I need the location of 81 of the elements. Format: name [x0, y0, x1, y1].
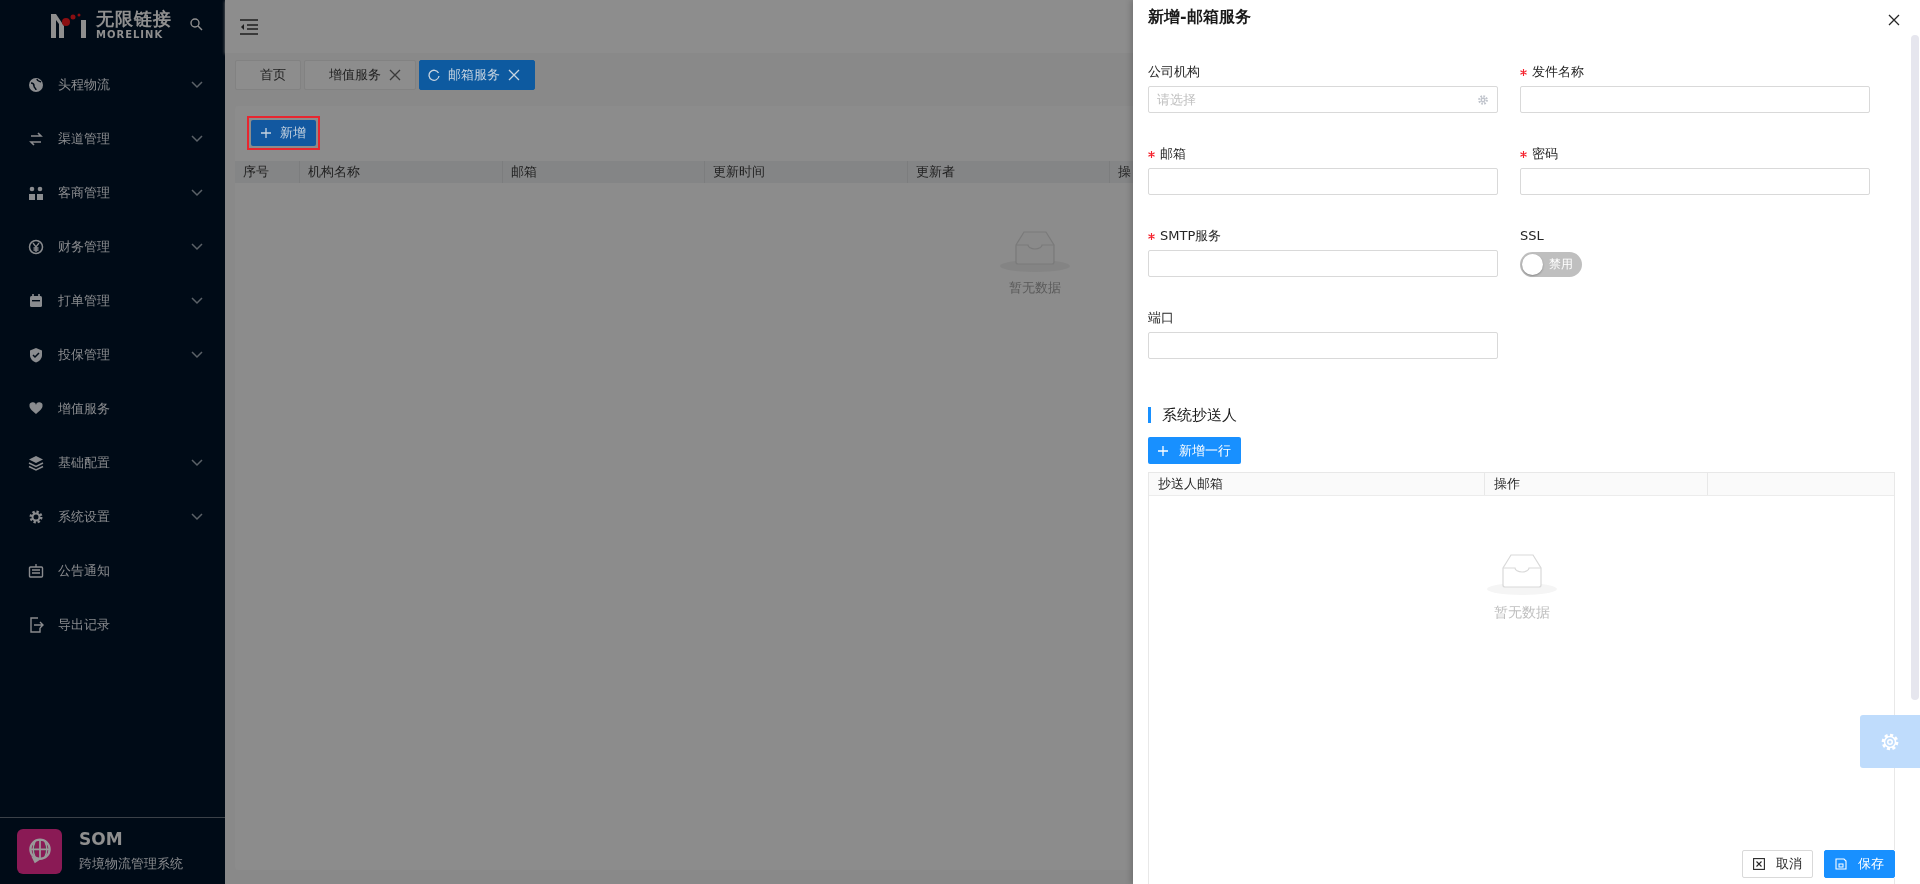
sidebar-item[interactable]: 渠道管理 — [0, 112, 225, 166]
drawer-title: 新增-邮箱服务 — [1148, 6, 1251, 28]
sidebar-item[interactable]: 财务管理 — [0, 220, 225, 274]
required-icon — [1520, 151, 1527, 158]
input-field[interactable] — [1148, 250, 1498, 277]
logo-name: 无限链接 — [96, 10, 172, 28]
settings-button[interactable] — [1860, 715, 1920, 768]
add-button[interactable]: 新增 — [251, 120, 316, 146]
chevron-icon — [191, 135, 203, 143]
save-button[interactable]: 保存 — [1824, 850, 1895, 878]
app-subtitle: 跨境物流管理系统 — [79, 855, 183, 873]
export-icon — [28, 617, 44, 633]
input-field[interactable] — [1148, 332, 1498, 359]
gear-icon — [1477, 93, 1489, 106]
required-icon — [1148, 233, 1155, 240]
shield-icon — [28, 347, 44, 363]
people-icon — [28, 185, 44, 201]
calendar-icon — [28, 293, 44, 309]
sidebar-item[interactable]: 头程物流 — [0, 58, 225, 112]
logo-subtitle: MORELINK — [96, 30, 165, 40]
settings-icon — [1880, 731, 1900, 752]
globe-icon — [28, 77, 44, 93]
cancel-button[interactable]: 取消 — [1742, 850, 1813, 878]
required-icon — [1520, 69, 1527, 76]
save-icon — [1835, 858, 1847, 870]
heart-icon — [28, 401, 44, 417]
sidebar-item[interactable]: 导出记录 — [0, 598, 225, 652]
field-label: SSL — [1520, 228, 1545, 244]
collapse-menu-icon[interactable] — [239, 18, 259, 35]
input-field[interactable] — [1520, 86, 1870, 113]
field-label: 端口 — [1148, 310, 1175, 326]
tab[interactable]: 首页 — [235, 60, 301, 90]
column-header: 更新者 — [908, 161, 1110, 183]
column-header: 操作 — [1485, 473, 1708, 495]
app-title: SOM — [79, 829, 124, 849]
column-header: 机构名称 — [300, 161, 503, 183]
close-box-icon — [1753, 858, 1765, 870]
close-icon[interactable] — [1888, 14, 1900, 26]
arrows-icon — [28, 131, 44, 147]
search-icon[interactable] — [190, 18, 203, 31]
tab[interactable]: 增值服务 — [304, 60, 416, 90]
required-icon — [1148, 151, 1155, 158]
column-header: 抄送人邮箱 — [1149, 473, 1485, 495]
plus-icon — [261, 128, 271, 138]
column-header: 邮箱 — [503, 161, 705, 183]
plus-icon — [1158, 445, 1168, 456]
yen-icon — [28, 239, 44, 255]
field-label: SMTP服务 — [1148, 228, 1498, 244]
refresh-icon[interactable] — [428, 69, 440, 81]
scrollbar[interactable] — [1911, 35, 1919, 700]
empty-text: 暂无数据 — [1493, 604, 1550, 622]
input-field[interactable] — [1520, 168, 1870, 195]
chevron-icon — [191, 351, 203, 359]
layers-icon — [28, 455, 44, 471]
input-field[interactable] — [1148, 168, 1498, 195]
sidebar-item[interactable]: 客商管理 — [0, 166, 225, 220]
notice-icon — [28, 563, 44, 579]
field-label: 密码 — [1520, 146, 1870, 162]
gear-icon — [28, 509, 44, 525]
chevron-icon — [191, 297, 203, 305]
chevron-icon — [191, 513, 203, 521]
tab[interactable]: 邮箱服务 — [419, 60, 535, 90]
chevron-icon — [191, 459, 203, 467]
field-label: 邮箱 — [1148, 146, 1498, 162]
sidebar-item[interactable]: 公告通知 — [0, 544, 225, 598]
sidebar-item[interactable]: 增值服务 — [0, 382, 225, 436]
chevron-icon — [191, 189, 203, 197]
column-header: 更新时间 — [705, 161, 908, 183]
sidebar-item[interactable]: 打单管理 — [0, 274, 225, 328]
field-label: 发件名称 — [1520, 64, 1870, 80]
column-header: 序号 — [235, 161, 300, 183]
section-title: 系统抄送人 — [1162, 405, 1237, 425]
sidebar-item[interactable]: 投保管理 — [0, 328, 225, 382]
placeholder-text: 请选择 — [1157, 90, 1196, 109]
field-label: 公司机构 — [1148, 64, 1201, 80]
app-logo-icon — [17, 828, 62, 874]
chevron-icon — [191, 243, 203, 251]
chevron-icon — [191, 81, 203, 89]
sidebar-item[interactable]: 系统设置 — [0, 490, 225, 544]
add-row-button[interactable]: 新增一行 — [1148, 437, 1241, 464]
sidebar-item[interactable]: 基础配置 — [0, 436, 225, 490]
